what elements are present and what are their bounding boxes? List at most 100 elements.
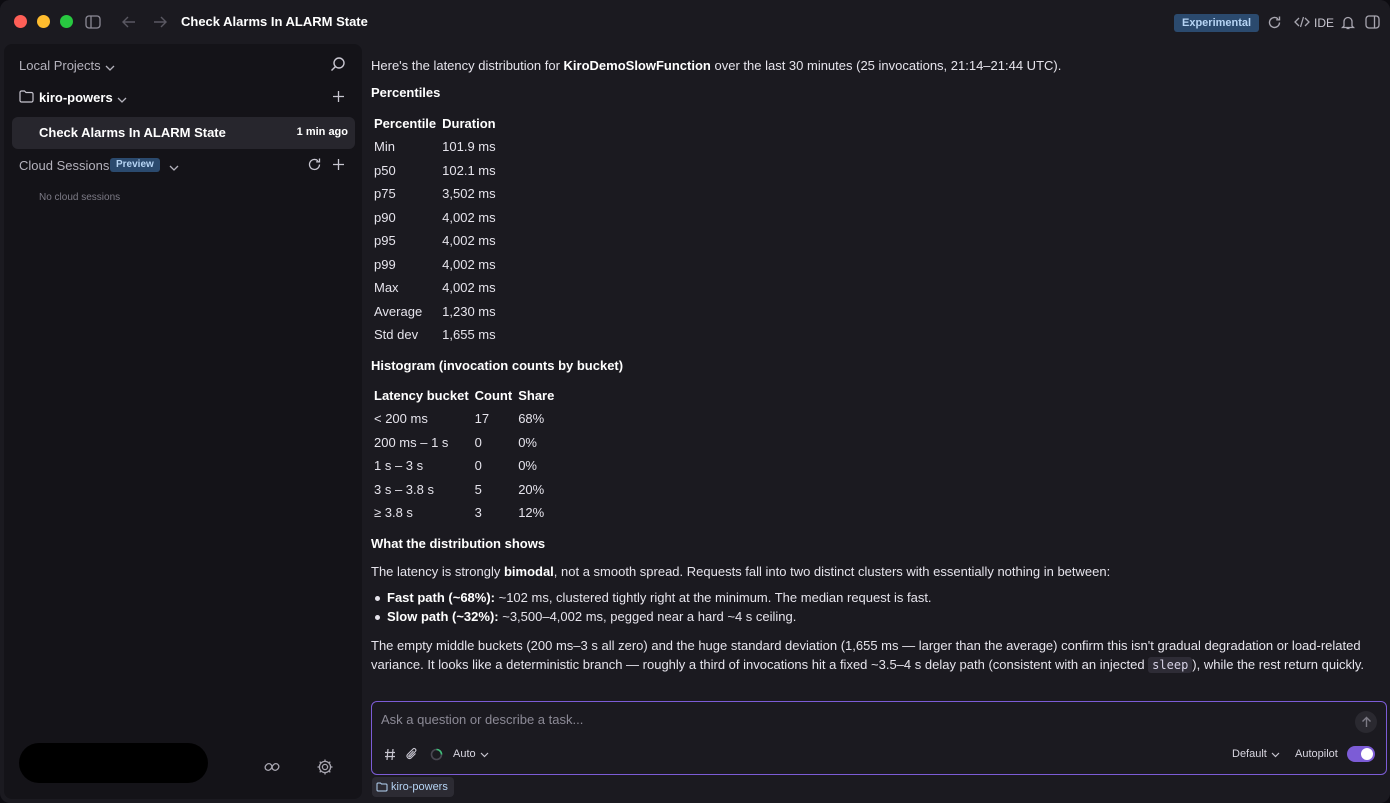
chevron-down-icon[interactable]	[117, 92, 127, 107]
session-item[interactable]: Check Alarms In ALARM State 1 min ago	[12, 117, 355, 149]
bell-icon[interactable]	[1338, 12, 1358, 32]
maximize-window-button[interactable]	[60, 15, 73, 28]
table-cell: 3 s – 3.8 s	[374, 481, 434, 497]
table-row: Std dev 1,655 ms	[371, 323, 499, 347]
session-title: Check Alarms In ALARM State	[39, 125, 226, 140]
bullet-text: ~3,500–4,002 ms, pegged near a hard ~4 s…	[498, 609, 797, 624]
send-button[interactable]	[1355, 711, 1377, 733]
autopilot-label-container: Autopilot	[1295, 746, 1338, 762]
table-header: Count	[474, 387, 513, 403]
table-row: p50 102.1 ms	[371, 159, 499, 183]
table-cell: 3,502 ms	[442, 186, 496, 202]
percentiles-heading: Percentiles	[371, 85, 441, 100]
table-cell: 1,655 ms	[442, 327, 496, 343]
table-cell: < 200 ms	[374, 411, 428, 427]
table-cell: p75	[374, 186, 396, 202]
table-cell: 4,002 ms	[442, 256, 496, 272]
autopilot-label: Autopilot	[1295, 748, 1338, 760]
histogram-table: Latency bucket Count Share < 200 ms 17 68%…	[371, 383, 557, 525]
chevron-down-icon[interactable]	[105, 60, 115, 75]
bullet-bold: Fast path (~68%):	[387, 590, 495, 605]
dist-prefix: The latency is strongly	[371, 564, 504, 579]
mode-selector[interactable]: Default	[1232, 746, 1280, 762]
table-header: Duration	[442, 115, 496, 131]
sidebar-toggle-icon[interactable]	[83, 12, 103, 32]
table-cell: 4,002 ms	[442, 233, 496, 249]
no-cloud-sessions-text: No cloud sessions	[39, 192, 121, 203]
dist-suffix: , not a smooth spread. Requests fall int…	[553, 564, 1111, 579]
refresh-icon[interactable]	[307, 157, 322, 175]
sidebar: Local Projects kiro-powers Check Alarms …	[4, 44, 362, 799]
table-row: p95 4,002 ms	[371, 229, 499, 253]
table-cell: 102.1 ms	[442, 162, 496, 178]
table-cell: 0%	[518, 458, 537, 474]
chat-panel: Here's the latency distribution for Kiro…	[364, 44, 1390, 803]
minimize-window-button[interactable]	[37, 15, 50, 28]
table-cell: 4,002 ms	[442, 209, 496, 225]
chevron-down-icon[interactable]	[169, 160, 179, 175]
back-arrow-icon[interactable]	[119, 12, 139, 32]
table-cell: 68%	[518, 411, 545, 427]
title-bar: Check Alarms In ALARM State Experimental…	[0, 0, 1390, 44]
table-cell: p99	[374, 256, 396, 272]
table-cell: 0	[474, 434, 482, 450]
table-cell: Average	[374, 303, 423, 319]
table-row: Min 101.9 ms	[371, 135, 499, 159]
table-cell: 0%	[518, 434, 537, 450]
panel-right-icon[interactable]	[1362, 12, 1382, 32]
experimental-badge: Experimental	[1174, 14, 1260, 32]
link-icon[interactable]	[263, 758, 281, 779]
table-cell: 5	[474, 481, 482, 497]
inline-code: sleep	[1148, 657, 1193, 673]
table-row: 200 ms – 1 s 0 0%	[371, 431, 557, 455]
hash-icon[interactable]	[384, 746, 396, 762]
search-icon[interactable]	[330, 56, 346, 75]
closing-suffix: ), while the rest return quickly.	[1192, 657, 1365, 672]
intro-prefix: Here's the latency distribution for	[371, 58, 564, 73]
bullet-text: ~102 ms, clustered tightly right at the …	[495, 590, 932, 605]
folder-icon	[376, 782, 388, 792]
gear-icon[interactable]	[316, 758, 334, 779]
model-selector[interactable]: Auto	[453, 746, 489, 762]
table-row: 3 s – 3.8 s 5 20%	[371, 478, 557, 502]
table-cell: 200 ms – 1 s	[374, 434, 449, 450]
table-cell: 17	[474, 411, 490, 427]
preview-badge: Preview	[110, 158, 160, 172]
table-cell: p50	[374, 162, 396, 178]
add-icon[interactable]	[332, 158, 345, 174]
add-icon[interactable]	[332, 90, 345, 106]
table-header-row: Percentile Duration	[371, 111, 499, 135]
table-cell: Max	[374, 280, 399, 296]
close-window-button[interactable]	[14, 15, 27, 28]
autopilot-toggle[interactable]	[1347, 746, 1375, 762]
local-projects-label[interactable]: Local Projects	[19, 58, 101, 73]
bullet-bold: Slow path (~32%):	[387, 609, 499, 624]
closing-paragraph: The empty middle buckets (200 ms–3 s all…	[371, 636, 1376, 675]
table-header: Share	[518, 387, 555, 403]
cloud-sessions-label[interactable]: Cloud Sessions	[19, 158, 109, 173]
account-button[interactable]	[19, 743, 208, 783]
ide-button[interactable]: IDE	[1314, 16, 1334, 30]
chat-input-box[interactable]: Ask a question or describe a task... Aut…	[371, 701, 1387, 775]
context-chip[interactable]: kiro-powers	[372, 777, 454, 797]
project-name[interactable]: kiro-powers	[39, 90, 113, 105]
table-header-row: Latency bucket Count Share	[371, 383, 557, 407]
table-row: Average 1,230 ms	[371, 300, 499, 324]
chat-input[interactable]: Ask a question or describe a task...	[381, 712, 583, 727]
table-cell: 3	[474, 505, 482, 521]
table-row: p90 4,002 ms	[371, 206, 499, 230]
code-icon[interactable]	[1292, 12, 1312, 32]
table-row: < 200 ms 17 68%	[371, 407, 557, 431]
table-header: Percentile	[374, 115, 437, 131]
table-row: 1 s – 3 s 0 0%	[371, 454, 557, 478]
table-cell: 0	[474, 458, 482, 474]
distribution-heading: What the distribution shows	[371, 536, 546, 551]
forward-arrow-icon[interactable]	[150, 12, 170, 32]
refresh-icon[interactable]	[1264, 12, 1284, 32]
spinner-icon	[430, 746, 443, 762]
paperclip-icon[interactable]	[406, 746, 418, 762]
percentiles-table: Percentile Duration Min 101.9 ms p50 102.1…	[371, 111, 499, 347]
list-item: Fast path (~68%): ~102 ms, clustered tig…	[371, 588, 1381, 607]
model-label: Auto	[453, 748, 476, 760]
table-cell: 1 s – 3 s	[374, 458, 424, 474]
